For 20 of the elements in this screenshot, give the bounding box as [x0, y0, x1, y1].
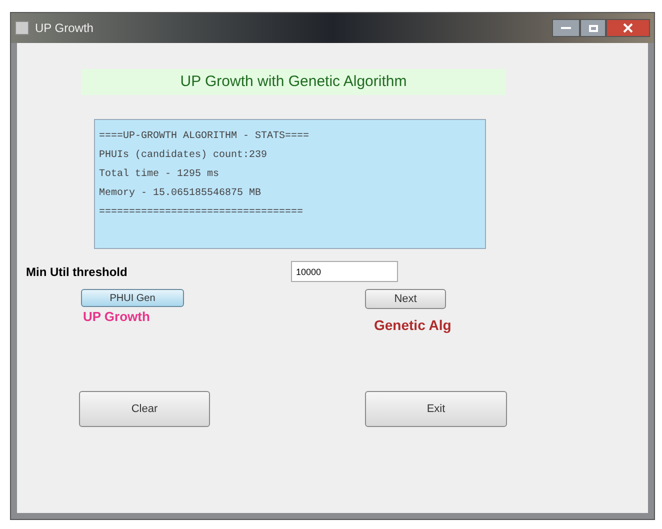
stats-line: Total time - 1295 ms	[99, 168, 220, 182]
threshold-label: Min Util threshold	[26, 264, 128, 280]
clear-button[interactable]: Clear	[79, 391, 210, 427]
exit-button[interactable]: Exit	[365, 391, 507, 427]
window-title: UP Growth	[35, 20, 94, 37]
stats-line: PHUIs (candidates) count:239	[99, 148, 268, 163]
close-button[interactable]	[606, 19, 650, 37]
stats-line: Memory - 15.065185546875 MB	[99, 187, 262, 201]
threshold-field[interactable]: 10000	[291, 261, 398, 282]
app-icon	[15, 21, 29, 35]
stats-line: ==================================	[99, 206, 304, 220]
heading-banner: UP Growth with Genetic Algorithm	[81, 69, 506, 95]
minimize-button[interactable]	[552, 19, 580, 37]
close-icon	[623, 23, 633, 33]
maximize-button[interactable]	[580, 19, 606, 37]
next-button[interactable]: Next	[365, 289, 446, 309]
genetic-alg-label: Genetic Alg	[374, 316, 452, 335]
up-growth-label: UP Growth	[83, 308, 150, 326]
phui-gen-button[interactable]: PHUI Gen	[81, 289, 184, 307]
stats-line: ====UP-GROWTH ALGORITHM - STATS====	[99, 130, 310, 144]
